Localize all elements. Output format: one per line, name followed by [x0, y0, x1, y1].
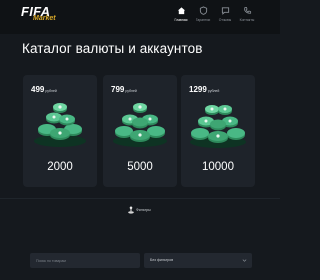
search-input[interactable] — [30, 253, 140, 268]
product-card[interactable]: 499рублей 2000 — [23, 75, 97, 187]
shield-icon — [199, 6, 207, 15]
coin-amount: 2000 — [47, 161, 73, 173]
phone-icon — [243, 6, 251, 14]
filter-select[interactable]: Без фильтров — [144, 253, 252, 268]
chevron-down-icon — [242, 259, 247, 262]
price-label: 799рублей — [111, 85, 137, 94]
logo-sub-text: Market — [33, 15, 56, 22]
coin-amount: 5000 — [127, 161, 153, 173]
divider — [0, 198, 280, 199]
filter-select-value: Без фильтров — [150, 258, 174, 262]
price-value: 799 — [111, 85, 125, 94]
price-currency: рублей — [207, 89, 220, 93]
product-card[interactable]: 799рублей 5000 — [103, 75, 177, 187]
price-currency: рублей — [45, 89, 57, 93]
price-value: 499 — [31, 85, 45, 94]
price-currency: рублей — [125, 89, 137, 93]
coins-stack-icon — [34, 103, 86, 147]
price-value: 1299 — [189, 85, 207, 94]
home-icon — [177, 7, 185, 15]
price-label: 1299рублей — [189, 85, 219, 94]
product-card[interactable]: 1299рублей 10000 — [181, 75, 255, 187]
nav-item-contacts-label: Контакты — [239, 18, 255, 22]
nav-item-contacts[interactable]: Контакты — [234, 6, 260, 28]
coin-amount: 10000 — [202, 161, 234, 173]
filter-icon — [128, 206, 134, 214]
page-title: Каталог валюты и аккаунтов — [22, 41, 203, 56]
price-label: 499рублей — [31, 85, 57, 94]
coins-stack-icon — [190, 105, 246, 148]
filters-label: Фильтры — [136, 208, 151, 212]
coins-stack-icon — [113, 103, 167, 147]
chat-icon — [221, 7, 229, 15]
logo[interactable]: FIFA Market — [21, 5, 56, 27]
header: FIFA Market Главная Гарантии Отзывы Конт… — [0, 0, 280, 34]
